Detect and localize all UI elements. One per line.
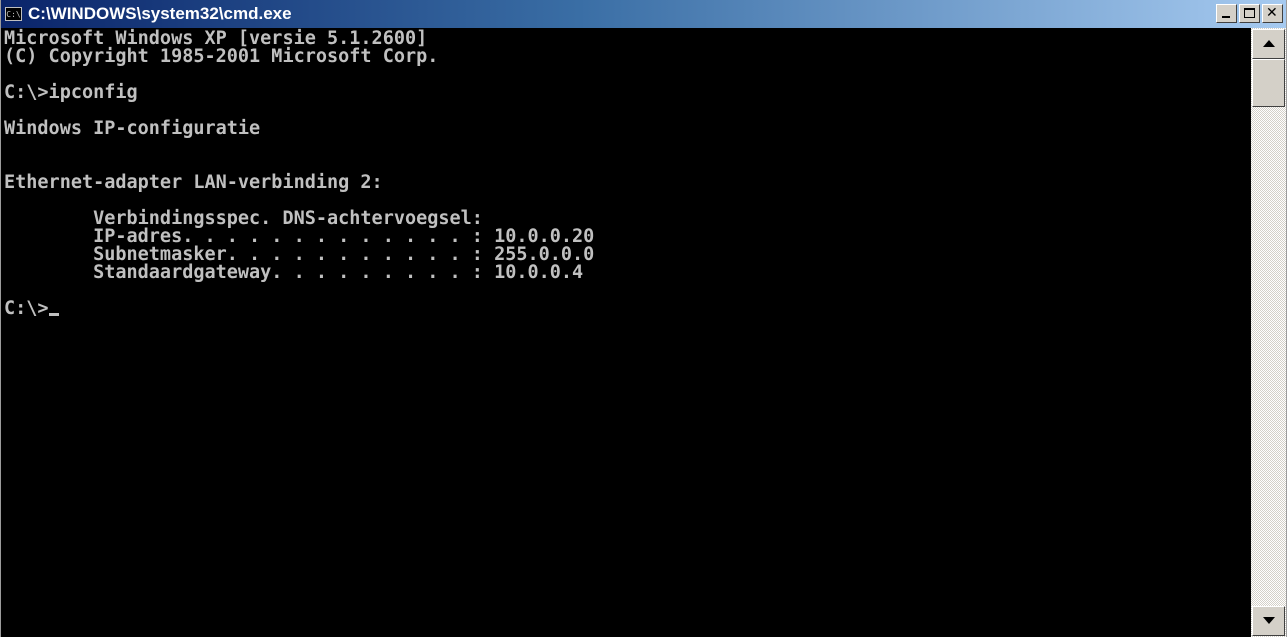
- title-bar[interactable]: C:\ C:\WINDOWS\system32\cmd.exe ✕: [1, 0, 1286, 28]
- close-button[interactable]: ✕: [1262, 4, 1283, 23]
- cmd-window: C:\ C:\WINDOWS\system32\cmd.exe ✕ Micros…: [0, 0, 1287, 637]
- console-line: (C) Copyright 1985-2001 Microsoft Corp.: [4, 46, 439, 67]
- arrow-down-icon: [1263, 617, 1275, 624]
- window-title: C:\WINDOWS\system32\cmd.exe: [28, 4, 292, 23]
- minimize-button[interactable]: [1216, 4, 1237, 23]
- console-line: Windows IP-configuratie: [4, 118, 261, 139]
- maximize-button[interactable]: [1239, 4, 1260, 23]
- minimize-icon: [1222, 16, 1230, 18]
- console-output-area[interactable]: Microsoft Windows XP [versie 5.1.2600] (…: [1, 28, 1251, 637]
- scroll-up-button[interactable]: [1252, 29, 1285, 59]
- close-icon: ✕: [1266, 5, 1278, 21]
- console-line: Ethernet-adapter LAN-verbinding 2:: [4, 172, 383, 193]
- console-line: C:\>ipconfig: [4, 82, 138, 103]
- scrollbar-thumb[interactable]: [1252, 59, 1285, 107]
- caption-buttons: ✕: [1216, 4, 1283, 23]
- console-icon[interactable]: C:\: [5, 7, 22, 21]
- arrow-up-icon: [1263, 40, 1275, 47]
- console-text: Microsoft Windows XP [versie 5.1.2600] (…: [1, 28, 1251, 318]
- text-cursor: [48, 313, 59, 316]
- scroll-down-button[interactable]: [1252, 606, 1285, 636]
- vertical-scrollbar[interactable]: [1251, 28, 1286, 637]
- maximize-icon: [1244, 8, 1255, 18]
- console-line: Standaardgateway. . . . . . . . . : 10.0…: [4, 262, 584, 283]
- command-prompt[interactable]: C:\>: [4, 298, 49, 319]
